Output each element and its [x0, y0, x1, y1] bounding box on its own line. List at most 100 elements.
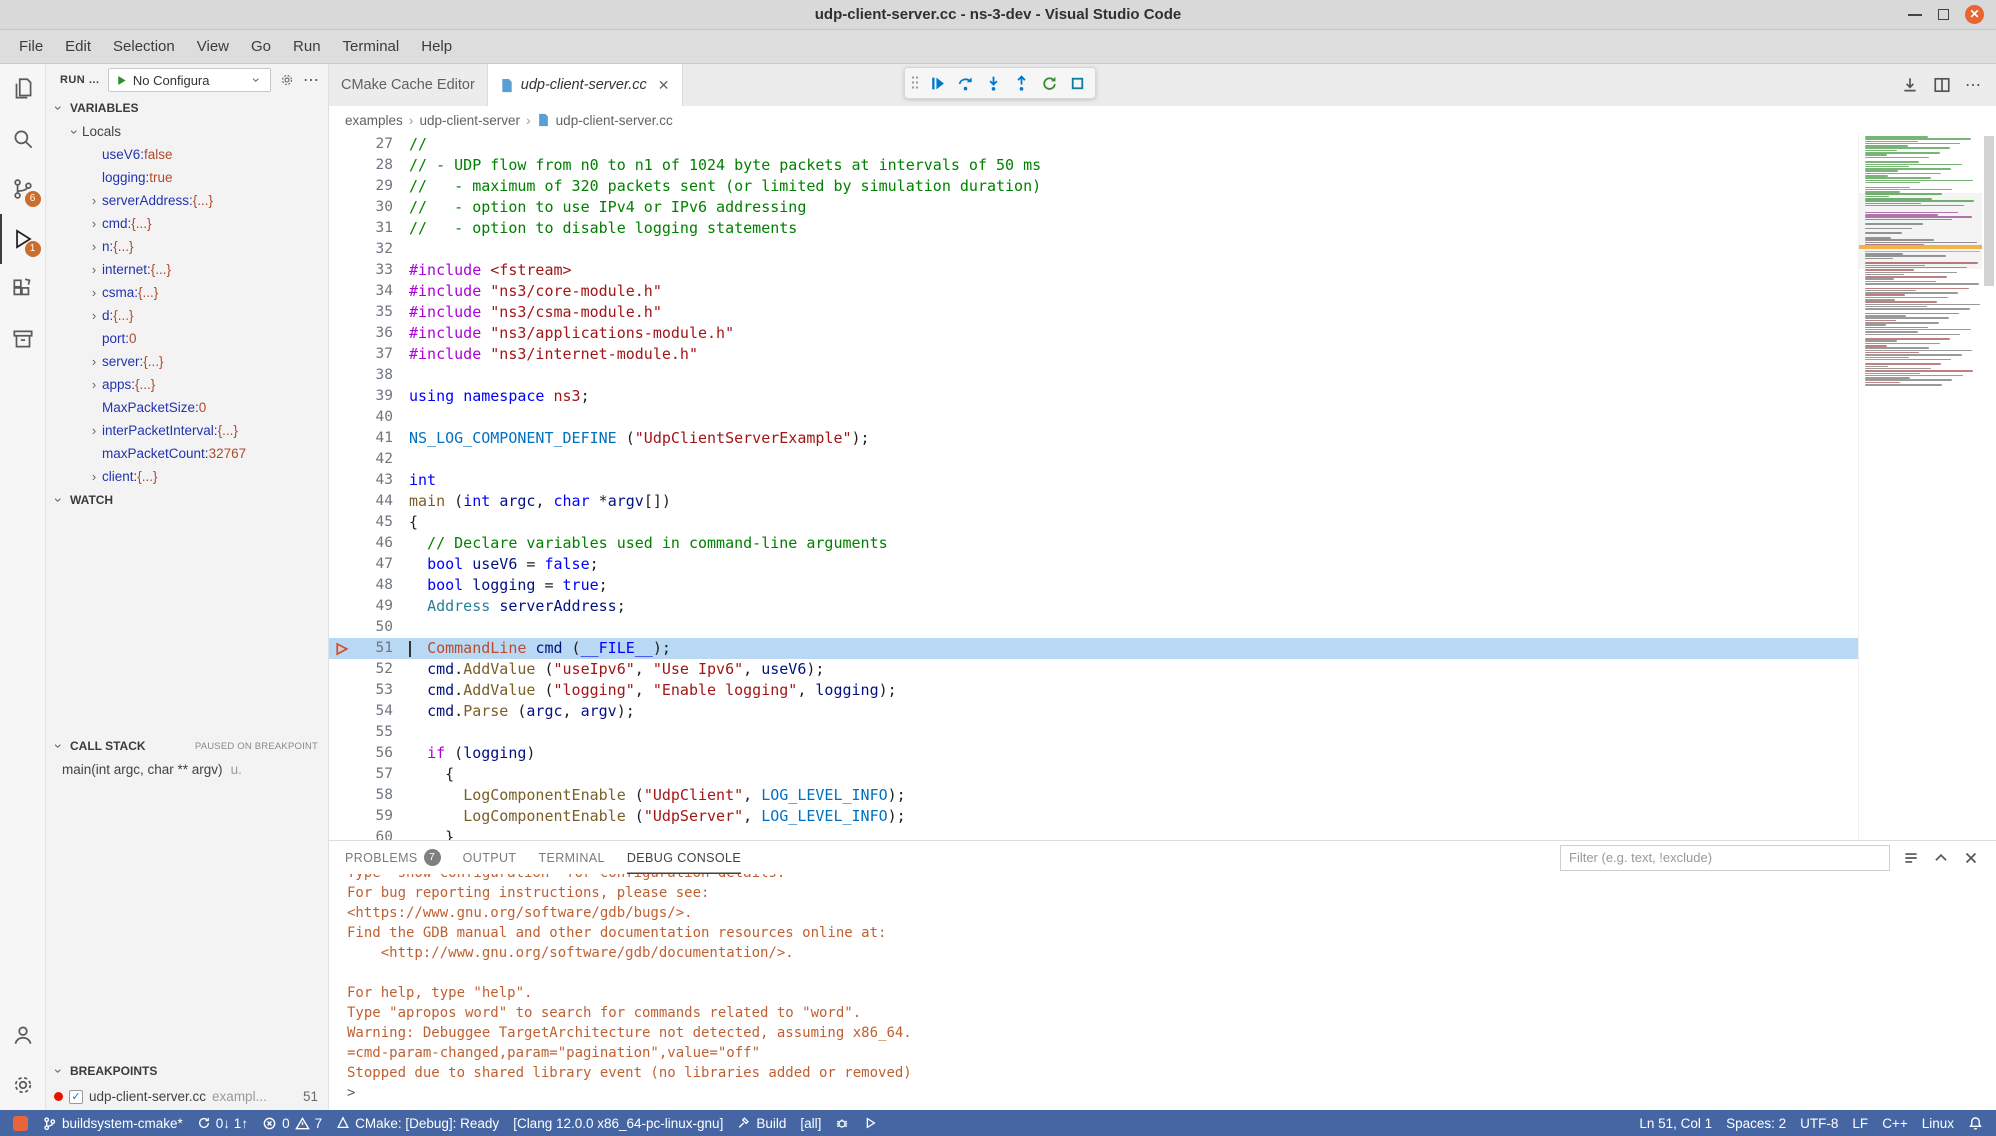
menu-go[interactable]: Go	[240, 30, 282, 63]
maximize-icon[interactable]	[1938, 9, 1949, 20]
line-text[interactable]: cmd.AddValue ("useIpv6", "Use Ipv6", use…	[393, 659, 824, 680]
line-text[interactable]: }	[393, 827, 454, 840]
continue-icon[interactable]	[925, 71, 949, 95]
problems-status-item[interactable]: 0 7	[255, 1110, 329, 1136]
explorer-icon[interactable]	[0, 64, 46, 114]
breakpoints-section-header[interactable]: › BREAKPOINTS	[46, 1059, 328, 1083]
stack-frame-row[interactable]: main(int argc, char ** argv) u.	[46, 758, 328, 781]
line-number[interactable]: 56	[359, 743, 393, 764]
watch-section-header[interactable]: › WATCH	[46, 488, 328, 512]
code-line-42[interactable]: 42	[329, 449, 1858, 470]
close-panel-icon[interactable]	[1962, 849, 1980, 867]
variable-row[interactable]: ›apps: {...}	[46, 373, 328, 396]
variable-row[interactable]: ›interPacketInterval: {...}	[46, 419, 328, 442]
code-line-59[interactable]: 59 LogComponentEnable ("UdpServer", LOG_…	[329, 806, 1858, 827]
code-line-43[interactable]: 43int	[329, 470, 1858, 491]
line-number[interactable]: 58	[359, 785, 393, 806]
code-line-30[interactable]: 30// - option to use IPv4 or IPv6 addres…	[329, 197, 1858, 218]
git-sync-item[interactable]: 0↓ 1↑	[190, 1110, 255, 1136]
cmake-status-item[interactable]: CMake: [Debug]: Ready	[329, 1110, 506, 1136]
code-line-31[interactable]: 31// - option to disable logging stateme…	[329, 218, 1858, 239]
code-line-47[interactable]: 47 bool useV6 = false;	[329, 554, 1858, 575]
extensions-icon[interactable]	[0, 264, 46, 314]
cursor-position-item[interactable]: Ln 51, Col 1	[1632, 1110, 1719, 1136]
line-text[interactable]: cmd.AddValue ("logging", "Enable logging…	[393, 680, 897, 701]
line-text[interactable]: using namespace ns3;	[393, 386, 590, 407]
menu-run[interactable]: Run	[282, 30, 332, 63]
search-icon[interactable]	[0, 114, 46, 164]
line-text[interactable]: Address serverAddress;	[393, 596, 626, 617]
code-line-34[interactable]: 34#include "ns3/core-module.h"	[329, 281, 1858, 302]
line-number[interactable]: 49	[359, 596, 393, 617]
line-text[interactable]	[393, 239, 409, 260]
line-number[interactable]: 51	[359, 638, 393, 659]
line-number[interactable]: 59	[359, 806, 393, 827]
code-line-57[interactable]: 57 {	[329, 764, 1858, 785]
breadcrumb-udp-client-server[interactable]: udp-client-server	[419, 113, 520, 128]
debug-current-line-arrow-icon[interactable]	[329, 638, 359, 659]
line-number[interactable]: 60	[359, 827, 393, 840]
line-number[interactable]: 44	[359, 491, 393, 512]
debug-gear-icon[interactable]	[279, 72, 295, 88]
line-text[interactable]: cmd.Parse (argc, argv);	[393, 701, 635, 722]
variable-row[interactable]: port: 0	[46, 327, 328, 350]
line-number[interactable]: 50	[359, 617, 393, 638]
minimize-icon[interactable]	[1908, 14, 1922, 16]
more-actions-icon[interactable]: ⋯	[1965, 75, 1982, 95]
variable-row[interactable]: MaxPacketSize: 0	[46, 396, 328, 419]
line-text[interactable]: #include "ns3/csma-module.h"	[393, 302, 662, 323]
code-line-54[interactable]: 54 cmd.Parse (argc, argv);	[329, 701, 1858, 722]
variable-row[interactable]: ›server: {...}	[46, 350, 328, 373]
menu-selection[interactable]: Selection	[102, 30, 186, 63]
variable-row[interactable]: ›serverAddress: {...}	[46, 189, 328, 212]
minimap[interactable]	[1858, 134, 1982, 840]
line-number[interactable]: 43	[359, 470, 393, 491]
debug-console-output[interactable]: Type "show configuration" for configurat…	[329, 874, 1996, 1110]
step-over-icon[interactable]	[953, 71, 977, 95]
menu-file[interactable]: File	[8, 30, 54, 63]
code-line-35[interactable]: 35#include "ns3/csma-module.h"	[329, 302, 1858, 323]
menu-view[interactable]: View	[186, 30, 240, 63]
close-icon[interactable]: ✕	[1965, 5, 1984, 24]
code-line-60[interactable]: 60 }	[329, 827, 1858, 840]
line-text[interactable]: // Declare variables used in command-lin…	[393, 533, 888, 554]
code-line-41[interactable]: 41NS_LOG_COMPONENT_DEFINE ("UdpClientSer…	[329, 428, 1858, 449]
line-text[interactable]	[393, 365, 409, 386]
console-prompt[interactable]: >	[347, 1083, 1996, 1103]
code-line-40[interactable]: 40	[329, 407, 1858, 428]
git-branch-item[interactable]: buildsystem-cmake*	[35, 1110, 190, 1136]
encoding-item[interactable]: UTF-8	[1793, 1110, 1845, 1136]
step-out-icon[interactable]	[1009, 71, 1033, 95]
split-editor-icon[interactable]	[1933, 76, 1951, 94]
line-number[interactable]: 36	[359, 323, 393, 344]
line-number[interactable]: 33	[359, 260, 393, 281]
line-text[interactable]: #include <fstream>	[393, 260, 572, 281]
line-text[interactable]: #include "ns3/applications-module.h"	[393, 323, 734, 344]
line-text[interactable]: #include "ns3/core-module.h"	[393, 281, 662, 302]
account-icon[interactable]	[0, 1010, 46, 1060]
line-number[interactable]: 46	[359, 533, 393, 554]
line-text[interactable]: #include "ns3/internet-module.h"	[393, 344, 698, 365]
code-line-58[interactable]: 58 LogComponentEnable ("UdpClient", LOG_…	[329, 785, 1858, 806]
line-text[interactable]: // - UDP flow from n0 to n1 of 1024 byte…	[393, 155, 1041, 176]
restart-icon[interactable]	[1037, 71, 1061, 95]
cmake-tools-icon[interactable]	[0, 314, 46, 364]
menu-edit[interactable]: Edit	[54, 30, 102, 63]
line-text[interactable]: CommandLine cmd (__FILE__);	[393, 638, 671, 659]
collapse-all-icon[interactable]	[1902, 849, 1920, 867]
line-text[interactable]: LogComponentEnable ("UdpServer", LOG_LEV…	[393, 806, 906, 827]
line-number[interactable]: 32	[359, 239, 393, 260]
breakpoint-checkbox[interactable]: ✓	[69, 1090, 83, 1104]
line-text[interactable]: // - maximum of 320 packets sent (or lim…	[393, 176, 1041, 197]
notifications-item[interactable]	[1961, 1110, 1990, 1136]
code-line-51[interactable]: 51 CommandLine cmd (__FILE__);	[329, 638, 1858, 659]
line-number[interactable]: 30	[359, 197, 393, 218]
code-line-52[interactable]: 52 cmd.AddValue ("useIpv6", "Use Ipv6", …	[329, 659, 1858, 680]
cmake-kit-item[interactable]: [Clang 12.0.0 x86_64-pc-linux-gnu]	[506, 1110, 730, 1136]
line-number[interactable]: 31	[359, 218, 393, 239]
line-text[interactable]: bool logging = true;	[393, 575, 608, 596]
maximize-panel-icon[interactable]	[1932, 849, 1950, 867]
views-more-actions-icon[interactable]: ⋯	[303, 70, 320, 90]
scrollbar-thumb[interactable]	[1984, 136, 1994, 286]
variable-row[interactable]: ›csma: {...}	[46, 281, 328, 304]
